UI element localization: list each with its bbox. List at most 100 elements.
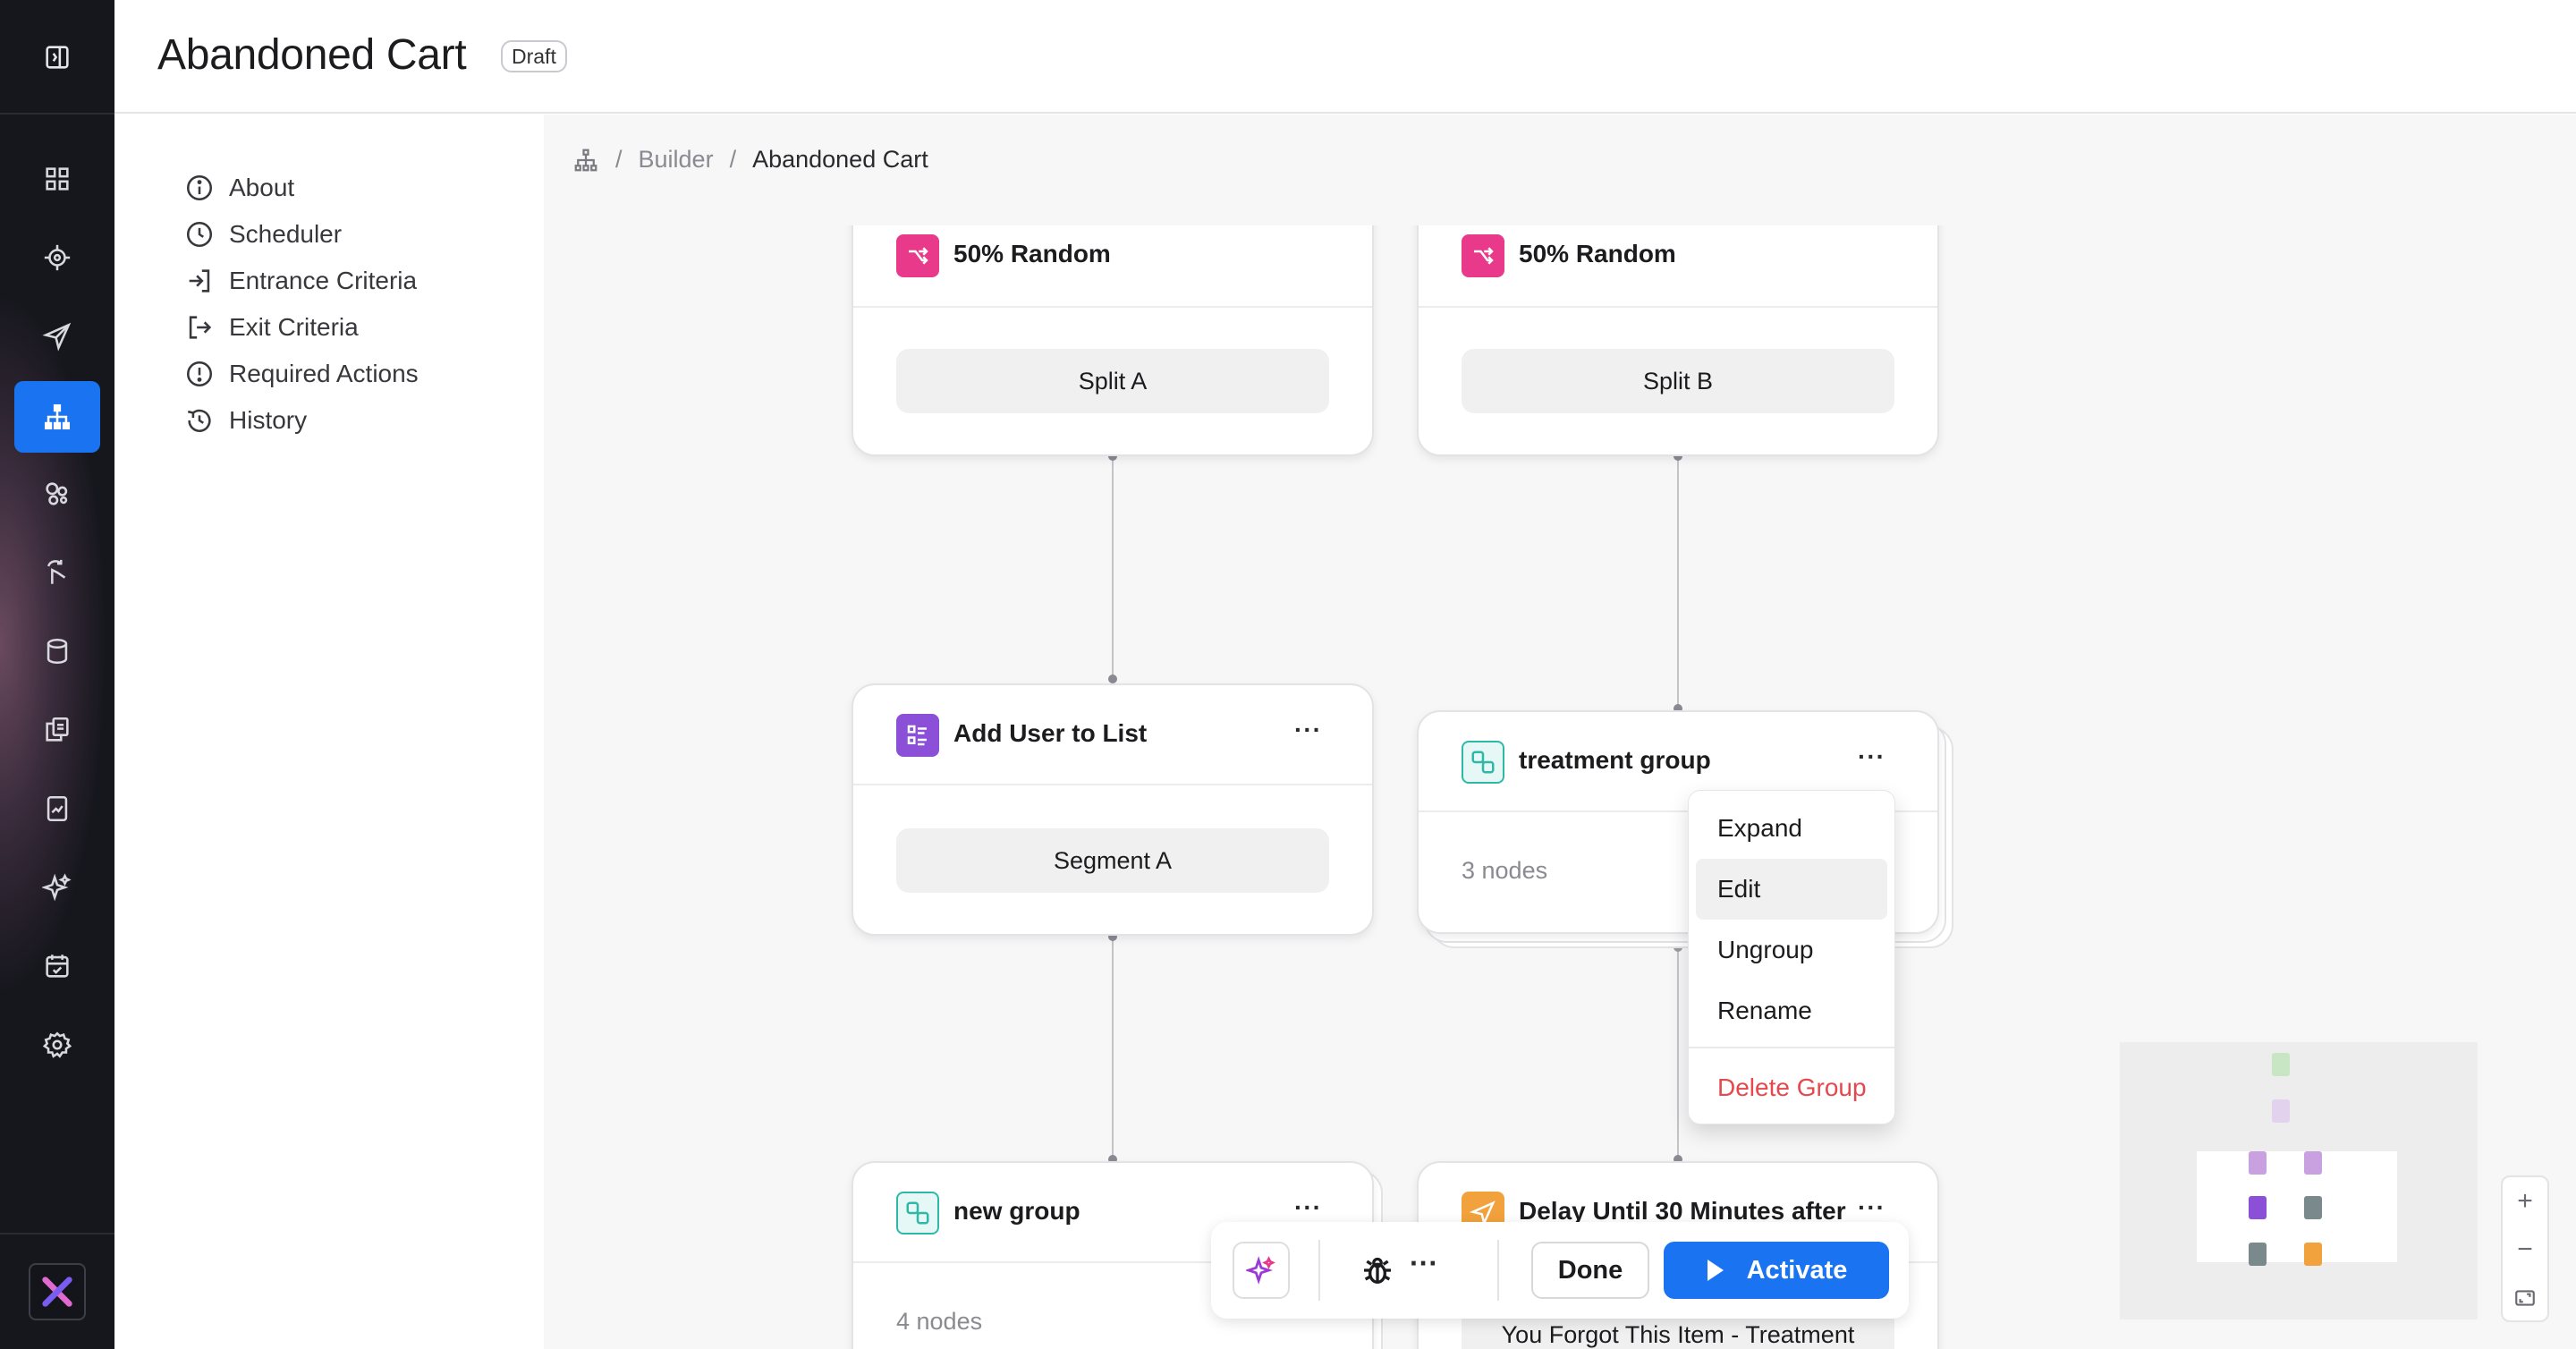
toolbar-more-button[interactable]: ··· (1410, 1247, 1438, 1280)
nav-item-entrance-criteria[interactable]: Entrance Criteria (184, 254, 417, 308)
rail-divider (0, 113, 114, 115)
breadcrumb-current: Abandoned Cart (752, 146, 928, 173)
list-icon (896, 714, 939, 757)
nav-item-label: Entrance Criteria (229, 267, 418, 294)
split-icon (1462, 234, 1504, 277)
nav-item-label: Required Actions (229, 360, 419, 387)
builder-toolbar: ··· Done Activate (1211, 1222, 1909, 1319)
journey-icon[interactable] (14, 381, 100, 453)
node-title: 50% Random (953, 240, 1111, 267)
send-icon[interactable] (14, 301, 100, 372)
app-rail (0, 0, 114, 1349)
journey-settings-nav: About Scheduler Entrance Criteria Exit C… (114, 115, 544, 1349)
connector-line (1677, 456, 1679, 708)
nav-item-label: Exit Criteria (229, 313, 359, 341)
report-icon[interactable] (14, 773, 100, 844)
nav-item-label: Scheduler (229, 220, 343, 248)
menu-item-rename[interactable]: Rename (1696, 980, 1887, 1041)
nav-item-label: History (229, 406, 308, 434)
cursor-icon[interactable] (14, 537, 100, 608)
minimap-node (2249, 1151, 2267, 1175)
panel-toggle-icon[interactable] (14, 21, 100, 93)
breadcrumb-builder[interactable]: Builder (639, 146, 714, 174)
node-title: treatment group (1519, 746, 1711, 774)
rail-divider (0, 1233, 114, 1234)
debug-bug-icon[interactable] (1360, 1252, 1395, 1288)
minimap-node (2304, 1243, 2322, 1266)
menu-item-ungroup[interactable]: Ungroup (1696, 920, 1887, 980)
nav-item-history[interactable]: History (184, 394, 307, 447)
brand-logo-icon[interactable] (29, 1263, 86, 1320)
page-header: Abandoned Cart Draft (114, 0, 2576, 114)
group-context-menu: Expand Edit Ungroup Rename Delete Group (1688, 790, 1895, 1124)
done-button[interactable]: Done (1531, 1242, 1649, 1299)
connector-line (1677, 946, 1679, 1159)
settings-icon[interactable] (14, 1009, 100, 1081)
nav-item-required-actions[interactable]: Required Actions (184, 347, 419, 401)
ai-assistant-button[interactable] (1233, 1242, 1290, 1299)
group-node-count: 3 nodes (1462, 857, 1548, 884)
sitemap-icon[interactable] (572, 147, 599, 174)
node-title: new group (953, 1197, 1080, 1225)
dashboard-icon[interactable] (14, 143, 100, 215)
menu-item-expand[interactable]: Expand (1696, 798, 1887, 859)
minimap-node (2272, 1099, 2290, 1123)
node-more-button[interactable]: ··· (1294, 716, 1322, 744)
node-branch-label[interactable]: Split A (896, 349, 1329, 413)
node-title: Add User to List (953, 719, 1148, 747)
node-more-button[interactable]: ··· (1858, 742, 1885, 771)
history-icon (184, 405, 215, 436)
segments-icon[interactable] (14, 458, 100, 530)
group-icon (896, 1192, 939, 1234)
nav-item-scheduler[interactable]: Scheduler (184, 208, 342, 261)
minimap-node (2249, 1196, 2267, 1219)
node-branch-label[interactable]: Split B (1462, 349, 1894, 413)
breadcrumb-separator: / (615, 146, 623, 173)
database-icon[interactable] (14, 615, 100, 687)
target-icon[interactable] (14, 222, 100, 293)
toolbar-divider (1497, 1240, 1499, 1301)
breadcrumb-separator: / (729, 146, 737, 173)
split-icon (896, 234, 939, 277)
connector-line (1112, 456, 1114, 678)
minimap-viewport[interactable] (2197, 1151, 2397, 1262)
nav-item-about[interactable]: About (184, 161, 294, 215)
node-title: 50% Random (1519, 240, 1676, 267)
zoom-controls: + − (2501, 1175, 2549, 1322)
connector-handle[interactable] (1108, 674, 1117, 683)
node-more-button[interactable]: ··· (1294, 1193, 1322, 1222)
connector-line (1112, 936, 1114, 1159)
menu-item-delete-group[interactable]: Delete Group (1696, 1057, 1887, 1118)
minimap-node (2249, 1243, 2267, 1266)
copy-icon[interactable] (14, 694, 100, 766)
minimap-node (2304, 1196, 2322, 1219)
node-more-button[interactable]: ··· (1858, 1193, 1885, 1222)
clock-icon (184, 219, 215, 250)
group-node-count: 4 nodes (896, 1308, 983, 1335)
info-icon (184, 173, 215, 203)
breadcrumb-overlay: / Builder / Abandoned Cart (572, 146, 928, 174)
node-header: Add User to List ··· (853, 685, 1372, 785)
node-segment-label[interactable]: Segment A (896, 828, 1329, 893)
activate-label: Activate (1746, 1255, 1848, 1285)
enter-icon (184, 266, 215, 296)
status-badge: Draft (501, 40, 567, 72)
page-title: Abandoned Cart (157, 31, 467, 79)
zoom-out-button[interactable]: − (2503, 1226, 2547, 1274)
sparkle-icon[interactable] (14, 852, 100, 923)
group-icon (1462, 741, 1504, 784)
menu-divider (1689, 1047, 1894, 1048)
play-icon (1706, 1259, 1725, 1282)
canvas-minimap[interactable] (2120, 1042, 2478, 1319)
add-user-to-list-node[interactable]: Add User to List ··· Segment A (852, 683, 1374, 936)
nav-item-exit-criteria[interactable]: Exit Criteria (184, 301, 359, 354)
activate-button[interactable]: Activate (1664, 1242, 1889, 1299)
exit-icon (184, 312, 215, 343)
calendar-icon[interactable] (14, 930, 100, 1002)
minimap-node (2304, 1151, 2322, 1175)
menu-item-edit[interactable]: Edit (1696, 859, 1887, 920)
minimap-node (2272, 1053, 2290, 1076)
zoom-in-button[interactable]: + (2503, 1177, 2547, 1226)
fit-view-icon[interactable] (2503, 1274, 2547, 1322)
toolbar-divider (1318, 1240, 1320, 1301)
